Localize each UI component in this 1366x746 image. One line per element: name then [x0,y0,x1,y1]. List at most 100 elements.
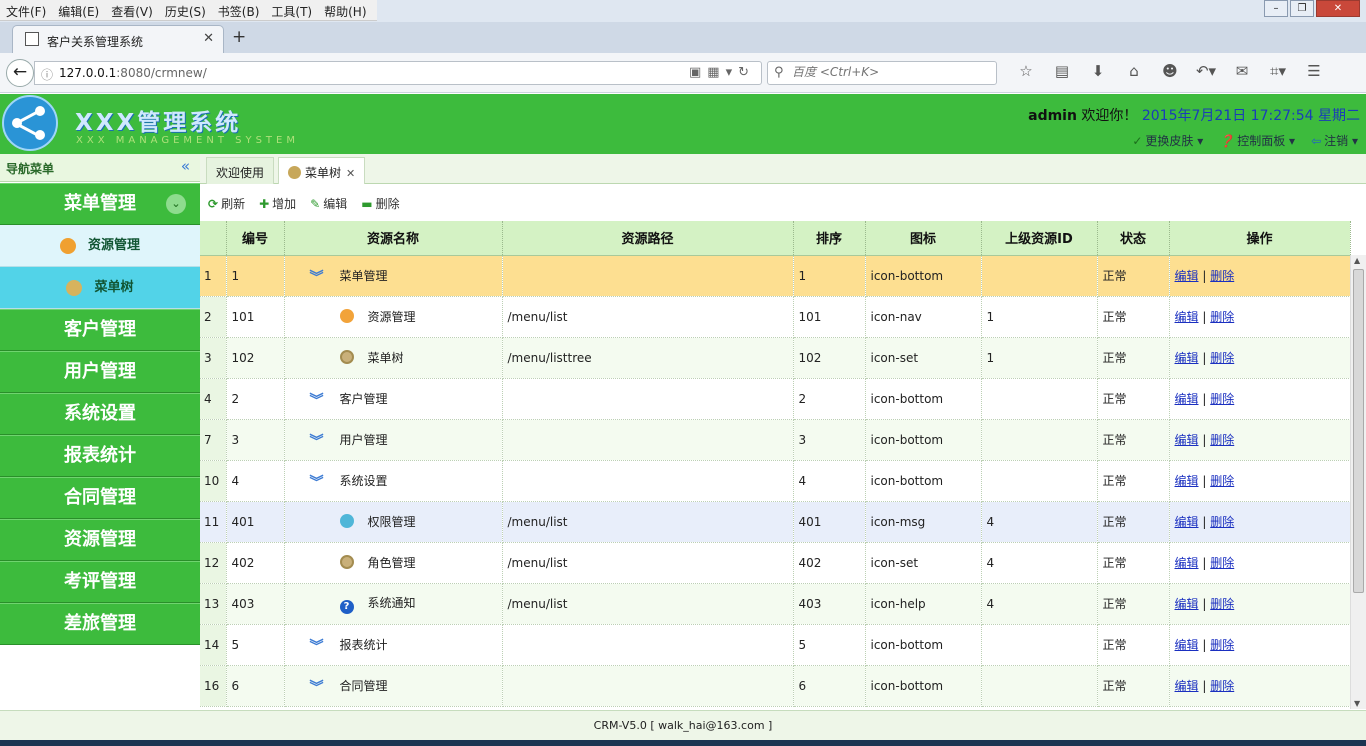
sidebar-group-reports[interactable]: 报表统计 [0,435,200,477]
scroll-up-icon[interactable]: ▲ [1354,256,1360,265]
close-tab-icon[interactable]: ✕ [346,167,355,180]
browser-tab[interactable]: 客户关系管理系统 ✕ [12,25,224,53]
table-row[interactable]: 3 102 菜单树/menu/listtree 102 icon-set 1 正常 编辑 | … [200,337,1351,379]
download-icon[interactable]: ⬇ [1080,62,1116,80]
column-header-name[interactable]: 资源名称 [284,221,503,256]
sidebar-item-resource[interactable]: 资源管理 [0,225,200,267]
search-box[interactable]: ⚲ [767,61,997,85]
control-panel-button[interactable]: ❓ 控制面板 ▾ [1219,132,1295,149]
delete-link[interactable]: 删除 [1210,351,1234,365]
sidebar-group-evaluation[interactable]: 考评管理 [0,561,200,603]
sidebar-group-menu[interactable]: 菜单管理 ⌄ [0,183,200,225]
column-header-sort[interactable]: 排序 [793,221,866,256]
close-window-button[interactable]: ✕ [1316,0,1360,17]
delete-link[interactable]: 删除 [1210,638,1234,652]
menu-help[interactable]: 帮助(H) [318,0,372,20]
chevron-down-icon[interactable]: ⌄ [166,194,186,214]
table-row[interactable]: 2 101 资源管理/menu/list 101 icon-nav 1 正常 编辑 | 删除 [200,296,1351,338]
undo-icon[interactable]: ↶▾ [1188,62,1224,80]
menu-bookmarks[interactable]: 书签(B) [212,0,266,20]
delete-link[interactable]: 删除 [1210,269,1234,283]
edit-button[interactable]: ✎ 编辑 [310,195,347,212]
table-row[interactable]: 13 403? 系统通知/menu/list 403 icon-help 4 正常 编辑 | … [200,583,1351,625]
minimize-button[interactable]: – [1264,0,1288,17]
close-tab-icon[interactable]: ✕ [203,31,214,46]
scroll-thumb[interactable] [1353,269,1364,593]
edit-link[interactable]: 编辑 [1175,433,1199,447]
delete-link[interactable]: 删除 [1210,515,1234,529]
back-button[interactable]: ← [6,59,34,87]
edit-link[interactable]: 编辑 [1175,597,1199,611]
column-header-actions[interactable]: 操作 [1169,221,1351,256]
comment-icon[interactable]: ✉ [1224,62,1260,80]
menu-edit[interactable]: 编辑(E) [52,0,105,20]
site-info-icon[interactable]: ⓘ [41,66,53,83]
url-bar[interactable]: ⓘ 127.0.0.1:8080/crmnew/ ▣▦▾↻ [34,61,762,85]
search-input[interactable] [792,65,992,79]
table-row[interactable]: 11 401 权限管理/menu/list 401 icon-msg 4 正常 编辑 | 删除 [200,501,1351,543]
edit-link[interactable]: 编辑 [1175,515,1199,529]
vertical-scrollbar[interactable]: ▲ ▼ [1350,255,1366,709]
bookmark-star-icon[interactable]: ☆ [1008,62,1044,80]
refresh-button[interactable]: ⟳ 刷新 [208,195,245,212]
table-row[interactable]: 1 1 ︾ 菜单管理 1 icon-bottom 正常 编辑 | 删除 [200,255,1351,297]
reading-list-icon[interactable]: ▤ [1044,62,1080,80]
table-row[interactable]: 10 4 ︾ 系统设置 4 icon-bottom 正常 编辑 | 删除 [200,460,1351,502]
tab-welcome[interactable]: 欢迎使用 [206,157,275,184]
hamburger-menu-icon[interactable]: ☰ [1296,62,1332,80]
column-header-icon[interactable]: 图标 [865,221,982,256]
delete-link[interactable]: 删除 [1210,392,1234,406]
table-row[interactable]: 16 6 ︾ 合同管理 6 icon-bottom 正常 编辑 | 删除 [200,665,1351,707]
delete-link[interactable]: 删除 [1210,310,1234,324]
menu-history[interactable]: 历史(S) [159,0,212,20]
cell-name-text: 资源管理 [367,310,416,324]
delete-link[interactable]: 删除 [1210,679,1234,693]
new-tab-button[interactable]: + [232,27,246,47]
chat-icon[interactable]: ☻ [1152,62,1188,80]
table-row[interactable]: 4 2 ︾ 客户管理 2 icon-bottom 正常 编辑 | 删除 [200,378,1351,420]
maximize-button[interactable]: ❐ [1290,0,1314,17]
menu-view[interactable]: 查看(V) [105,0,159,20]
menu-tools[interactable]: 工具(T) [265,0,318,20]
add-button[interactable]: ✚ 增加 [259,195,296,212]
sidebar-group-resources[interactable]: 资源管理 [0,519,200,561]
sidebar-item-menutree[interactable]: 菜单树 [0,267,200,309]
column-header-parent[interactable]: 上级资源ID [981,221,1098,256]
logout-button[interactable]: ⇦ 注销 ▾ [1311,132,1358,149]
column-header-path[interactable]: 资源路径 [502,221,794,256]
tab-menutree[interactable]: 菜单树 ✕ [278,157,366,184]
sidebar-group-customer[interactable]: 客户管理 [0,309,200,351]
browser-tab-title: 客户关系管理系统 [47,35,144,49]
sidebar-group-travel[interactable]: 差旅管理 [0,603,200,645]
edit-link[interactable]: 编辑 [1175,269,1199,283]
table-row[interactable]: 7 3 ︾ 用户管理 3 icon-bottom 正常 编辑 | 删除 [200,419,1351,461]
change-skin-button[interactable]: ✓ 更换皮肤 ▾ [1132,132,1203,149]
scroll-down-icon[interactable]: ▼ [1354,699,1360,708]
edit-link[interactable]: 编辑 [1175,310,1199,324]
edit-link[interactable]: 编辑 [1175,474,1199,488]
edit-link[interactable]: 编辑 [1175,638,1199,652]
crop-icon[interactable]: ⌗▾ [1260,62,1296,80]
sidebar-group-user[interactable]: 用户管理 [0,351,200,393]
sidebar-group-settings[interactable]: 系统设置 [0,393,200,435]
column-header-id[interactable]: 编号 [226,221,285,256]
collapse-sidebar-icon[interactable]: « [181,157,190,175]
delete-link[interactable]: 删除 [1210,597,1234,611]
edit-link[interactable]: 编辑 [1175,556,1199,570]
sidebar-group-label: 资源管理 [64,529,136,550]
column-header-status[interactable]: 状态 [1097,221,1170,256]
table-row[interactable]: 12 402 角色管理/menu/list 402 icon-set 4 正常 编辑 | 删除 [200,542,1351,584]
url-tools-icon[interactable]: ▣▦▾↻ [689,65,755,80]
delete-link[interactable]: 删除 [1210,474,1234,488]
edit-link[interactable]: 编辑 [1175,679,1199,693]
sidebar-group-contracts[interactable]: 合同管理 [0,477,200,519]
home-icon[interactable]: ⌂ [1116,62,1152,80]
row-number: 10 [200,460,227,502]
menu-file[interactable]: 文件(F) [0,0,52,20]
delete-link[interactable]: 删除 [1210,433,1234,447]
edit-link[interactable]: 编辑 [1175,351,1199,365]
edit-link[interactable]: 编辑 [1175,392,1199,406]
table-row[interactable]: 14 5 ︾ 报表统计 5 icon-bottom 正常 编辑 | 删除 [200,624,1351,666]
delete-link[interactable]: 删除 [1210,556,1234,570]
delete-button[interactable]: ▬ 删除 [361,195,399,212]
